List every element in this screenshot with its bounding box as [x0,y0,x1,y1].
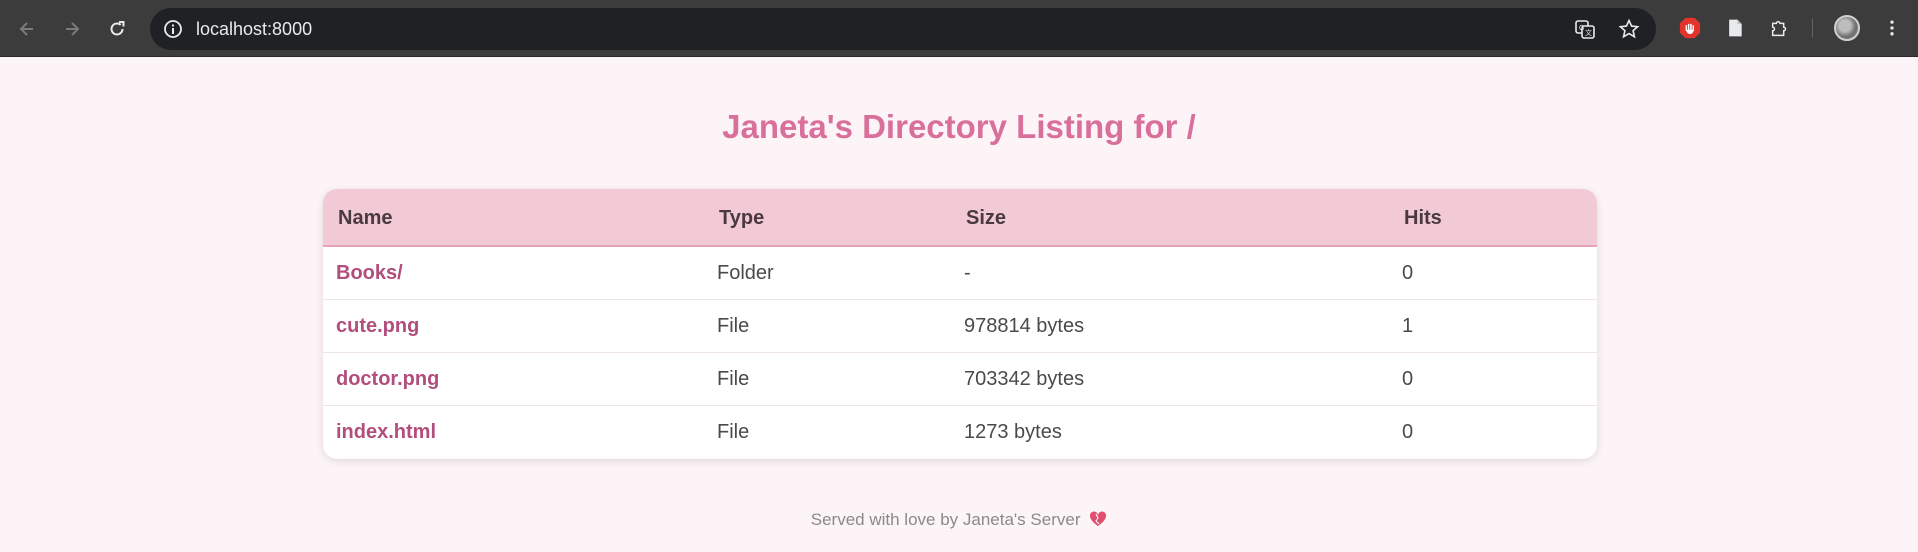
table-row: doctor.png File 703342 bytes 0 [323,353,1597,406]
forward-button[interactable] [57,14,87,44]
file-link[interactable]: Books/ [336,247,403,300]
file-type: Folder [717,262,774,284]
stop-hand-icon [1679,17,1701,39]
file-link[interactable]: index.html [336,406,436,459]
column-header-type: Type [719,207,765,229]
document-icon [1729,19,1742,37]
column-header-hits: Hits [1404,207,1442,229]
arrow-right-icon [66,22,80,36]
file-hits: 1 [1402,315,1414,337]
address-bar[interactable]: localhost:8000 G文 [150,8,1656,50]
chrome-menu-button[interactable] [1880,16,1904,40]
table-row: Books/ Folder - 0 [323,247,1597,300]
footer: Served with love by Janeta's Server [0,510,1918,530]
extensions-button[interactable] [1768,16,1792,40]
file-type: File [717,368,750,390]
file-size: 703342 bytes [964,368,1085,390]
puzzle-icon [1771,20,1787,37]
translate-icon[interactable]: G文 [1574,18,1596,40]
url-text[interactable]: localhost:8000 [196,8,312,50]
file-type: File [717,421,750,443]
file-type: File [717,315,750,337]
column-header-size: Size [966,207,1007,229]
kebab-menu-icon [1890,20,1894,36]
file-size: - [964,262,971,284]
svg-text:文: 文 [1585,28,1592,37]
footer-text: Served with love by Janeta's Server [810,510,1081,529]
browser-toolbar: localhost:8000 G文 [0,0,1918,57]
back-button[interactable] [12,14,42,44]
heart-icon [1090,511,1107,526]
reload-button[interactable] [102,14,132,44]
page-title: Janeta's Directory Listing for / [722,108,1196,145]
file-link[interactable]: cute.png [336,300,419,353]
file-size: 1273 bytes [964,421,1062,443]
table-row: index.html File 1273 bytes 0 [323,406,1597,459]
file-link[interactable]: doctor.png [336,353,439,406]
file-hits: 0 [1402,368,1414,390]
document-extension-button[interactable] [1723,16,1747,40]
bookmark-star-icon[interactable] [1618,18,1640,40]
reload-icon [110,21,125,36]
directory-table: Name Type Size Hits Books/ Folder - 0 cu… [323,189,1597,459]
svg-text:G: G [1579,25,1584,32]
ad-blocker-extension-button[interactable] [1678,16,1702,40]
table-header: Name Type Size Hits [323,189,1597,247]
profile-avatar[interactable] [1834,15,1860,41]
arrow-left-icon [19,22,33,36]
file-size: 978814 bytes [964,315,1085,337]
file-hits: 0 [1402,262,1414,284]
info-icon[interactable] [162,18,184,40]
column-header-name: Name [338,207,393,229]
toolbar-divider [1812,18,1813,38]
file-hits: 0 [1402,421,1414,443]
table-row: cute.png File 978814 bytes 1 [323,300,1597,353]
